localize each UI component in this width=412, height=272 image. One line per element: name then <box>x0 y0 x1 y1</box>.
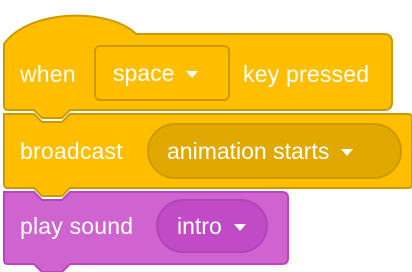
caret-down-icon <box>186 70 199 78</box>
broadcast-message-dropdown[interactable]: animation starts <box>147 123 402 179</box>
broadcast-label: broadcast <box>20 138 123 164</box>
sound-dropdown-value: intro <box>177 212 222 239</box>
sound-dropdown[interactable]: intro <box>156 199 268 253</box>
caret-down-icon <box>341 148 354 156</box>
broadcast-message-value: animation starts <box>167 137 330 164</box>
key-dropdown[interactable]: space <box>94 45 230 101</box>
caret-down-icon <box>233 223 246 231</box>
key-pressed-label: key pressed <box>243 61 370 87</box>
when-label: when <box>20 61 76 87</box>
key-dropdown-value: space <box>113 59 175 86</box>
play-sound-label: play sound <box>20 213 134 239</box>
